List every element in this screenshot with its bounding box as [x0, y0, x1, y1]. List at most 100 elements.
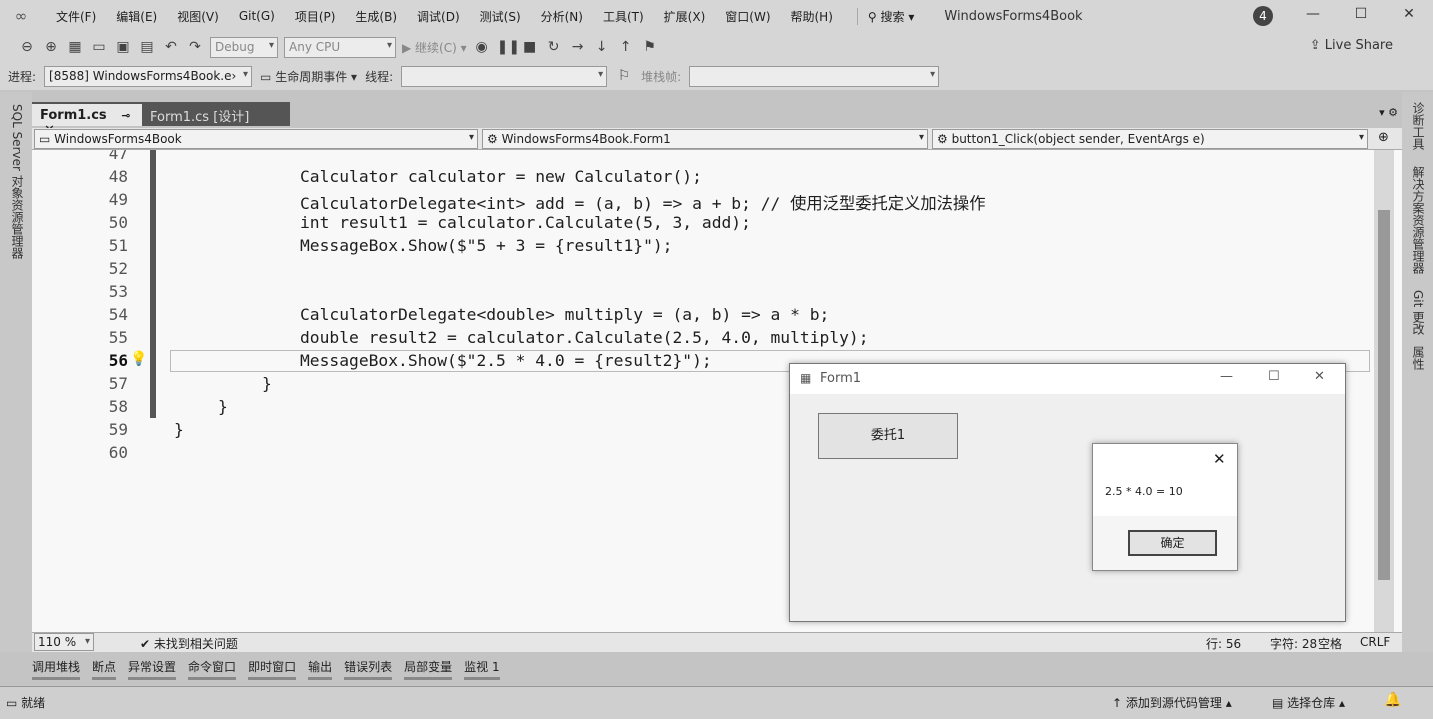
form1-minimize-button[interactable]: —: [1220, 369, 1233, 384]
maximize-button[interactable]: ☐: [1346, 6, 1376, 26]
step-into-icon[interactable]: ↓: [593, 39, 611, 55]
lifecycle-events-button[interactable]: ▭ 生命周期事件 ▾: [260, 68, 357, 85]
menu-git[interactable]: Git(G): [229, 9, 285, 23]
process-select[interactable]: [8588] WindowsForms4Book.e›: [44, 65, 253, 87]
project-dropdown[interactable]: ▭ WindowsForms4Book: [34, 129, 478, 149]
tab-output[interactable]: 输出: [308, 658, 333, 680]
notifications-bell-icon[interactable]: 🔔: [1384, 692, 1401, 708]
tab-form1-cs[interactable]: Form1.cs ⊸ ✕: [32, 102, 142, 138]
code-line[interactable]: Calculator calculator = new Calculator()…: [300, 167, 702, 186]
pause-icon[interactable]: ❚❚: [497, 39, 520, 55]
tab-call-stack[interactable]: 调用堆栈: [32, 658, 81, 680]
menu-view[interactable]: 视图(V): [167, 8, 229, 25]
char-indicator: 字符: 28: [1270, 637, 1318, 651]
tab-locals[interactable]: 局部变量: [404, 658, 453, 680]
code-line[interactable]: MessageBox.Show($"2.5 * 4.0 = {result2}"…: [300, 351, 712, 370]
line-indicator: 行: 56: [1206, 637, 1242, 651]
diagnostic-tools-tab[interactable]: 诊断工具: [1410, 102, 1427, 150]
live-share-button[interactable]: ⇪ Live Share: [1310, 38, 1393, 53]
split-editor-icon[interactable]: ⊕: [1378, 130, 1389, 145]
tab-form1-design[interactable]: Form1.cs [设计]: [142, 102, 290, 126]
code-line[interactable]: }: [218, 397, 228, 416]
code-line[interactable]: CalculatorDelegate<int> add = (a, b) => …: [300, 190, 985, 214]
menu-test[interactable]: 测试(S): [470, 8, 531, 25]
menu-extensions[interactable]: 扩展(X): [654, 8, 716, 25]
standard-toolbar: ⊖ ⊕ ▦ ▭ ▣ ▤ ↶ ↷ Debug Any CPU ▶ 继续(C) ▾ …: [0, 32, 1433, 62]
menu-analyze[interactable]: 分析(N): [531, 8, 593, 25]
notification-badge[interactable]: 4: [1253, 6, 1273, 26]
save-icon[interactable]: ▣: [114, 39, 132, 55]
menu-file[interactable]: 文件(F): [46, 8, 106, 25]
delegate-button[interactable]: 委托1: [818, 413, 958, 459]
line-number: 57: [108, 374, 128, 393]
menu-tools[interactable]: 工具(T): [593, 8, 654, 25]
code-line[interactable]: }: [262, 374, 272, 393]
forward-icon[interactable]: ⊕: [42, 39, 60, 55]
tab-watch-1[interactable]: 监视 1: [464, 658, 500, 680]
git-changes-tab[interactable]: Git 更改: [1410, 290, 1427, 335]
select-repository-button[interactable]: ▤ 选择仓库 ▴: [1272, 694, 1345, 711]
redo-icon[interactable]: ↷: [186, 39, 204, 55]
stack-frame-select[interactable]: [689, 65, 940, 87]
menu-window[interactable]: 窗口(W): [715, 8, 780, 25]
code-line[interactable]: MessageBox.Show($"5 + 3 = {result1}");: [300, 236, 672, 255]
msgbox-close-button[interactable]: ✕: [1213, 450, 1226, 468]
hot-reload-icon[interactable]: ◉: [473, 39, 491, 55]
class-name: WindowsForms4Book.Form1: [501, 132, 671, 146]
menu-project[interactable]: 项目(P): [285, 8, 346, 25]
ok-button[interactable]: 确定: [1128, 530, 1217, 556]
code-line[interactable]: CalculatorDelegate<double> multiply = (a…: [300, 305, 829, 324]
tab-command-window[interactable]: 命令窗口: [188, 658, 237, 680]
back-icon[interactable]: ⊖: [18, 39, 36, 55]
ready-status: ▭ 就绪: [6, 696, 46, 710]
tab-exception-settings[interactable]: 异常设置: [128, 658, 177, 680]
code-line[interactable]: double result2 = calculator.Calculate(2.…: [300, 328, 869, 347]
member-dropdown[interactable]: ⚙ button1_Click(object sender, EventArgs…: [932, 129, 1368, 149]
stop-icon[interactable]: ■: [521, 39, 539, 55]
step-over-icon[interactable]: →: [569, 39, 587, 55]
code-line[interactable]: int result1 = calculator.Calculate(5, 3,…: [300, 213, 751, 232]
class-dropdown[interactable]: ⚙ WindowsForms4Book.Form1: [482, 129, 928, 149]
zoom-select[interactable]: 110 %: [34, 633, 94, 651]
tab-breakpoints[interactable]: 断点: [92, 658, 117, 680]
add-to-source-control-button[interactable]: ↑ 添加到源代码管理 ▴: [1112, 694, 1232, 711]
bookmark-icon[interactable]: ⚑: [641, 39, 659, 55]
continue-button[interactable]: ▶ 继续(C) ▾: [402, 39, 467, 56]
restart-icon[interactable]: ↻: [545, 39, 563, 55]
whitespace-indicator[interactable]: 空格: [1318, 635, 1342, 652]
tab-immediate-window[interactable]: 即时窗口: [248, 658, 297, 680]
sql-server-explorer-tab[interactable]: SQL Server 对象资源管理器: [9, 104, 26, 259]
minimize-button[interactable]: —: [1298, 6, 1328, 26]
vertical-scrollbar[interactable]: [1374, 150, 1394, 632]
search-box[interactable]: ⚲ 搜索 ▾: [856, 7, 924, 25]
scrollbar-thumb[interactable]: [1378, 210, 1390, 580]
menu-help[interactable]: 帮助(H): [781, 8, 843, 25]
open-icon[interactable]: ▭: [90, 39, 108, 55]
solution-explorer-tab[interactable]: 解决方案资源管理器: [1410, 166, 1427, 274]
pin-icon[interactable]: ⊸: [121, 109, 130, 122]
tab-error-list[interactable]: 错误列表: [344, 658, 393, 680]
line-ending-indicator[interactable]: CRLF: [1360, 635, 1390, 649]
step-out-icon[interactable]: ↑: [617, 39, 635, 55]
flag-icon[interactable]: ⚐: [615, 68, 633, 84]
menu-build[interactable]: 生成(B): [345, 8, 407, 25]
undo-icon[interactable]: ↶: [162, 39, 180, 55]
lightbulb-icon[interactable]: 💡: [130, 351, 147, 367]
configuration-select[interactable]: Debug: [210, 36, 278, 58]
line-number: 51: [108, 236, 128, 255]
save-all-icon[interactable]: ▤: [138, 39, 156, 55]
properties-tab[interactable]: 属性: [1410, 346, 1427, 370]
menu-debug[interactable]: 调试(D): [407, 8, 470, 25]
form1-close-button[interactable]: ✕: [1314, 369, 1325, 384]
issues-indicator[interactable]: ✔ 未找到相关问题: [140, 635, 238, 652]
form1-maximize-button[interactable]: ☐: [1268, 369, 1280, 384]
new-project-icon[interactable]: ▦: [66, 39, 84, 55]
menu-edit[interactable]: 编辑(E): [106, 8, 167, 25]
thread-select[interactable]: [401, 65, 608, 87]
tab-overflow-icon[interactable]: ▾ ⚙: [1379, 106, 1398, 119]
close-button[interactable]: ✕: [1394, 6, 1424, 26]
platform-select[interactable]: Any CPU: [284, 36, 396, 58]
lifecycle-label: 生命周期事件: [275, 69, 348, 84]
code-line[interactable]: }: [174, 420, 184, 439]
line-number: 59: [108, 420, 128, 439]
